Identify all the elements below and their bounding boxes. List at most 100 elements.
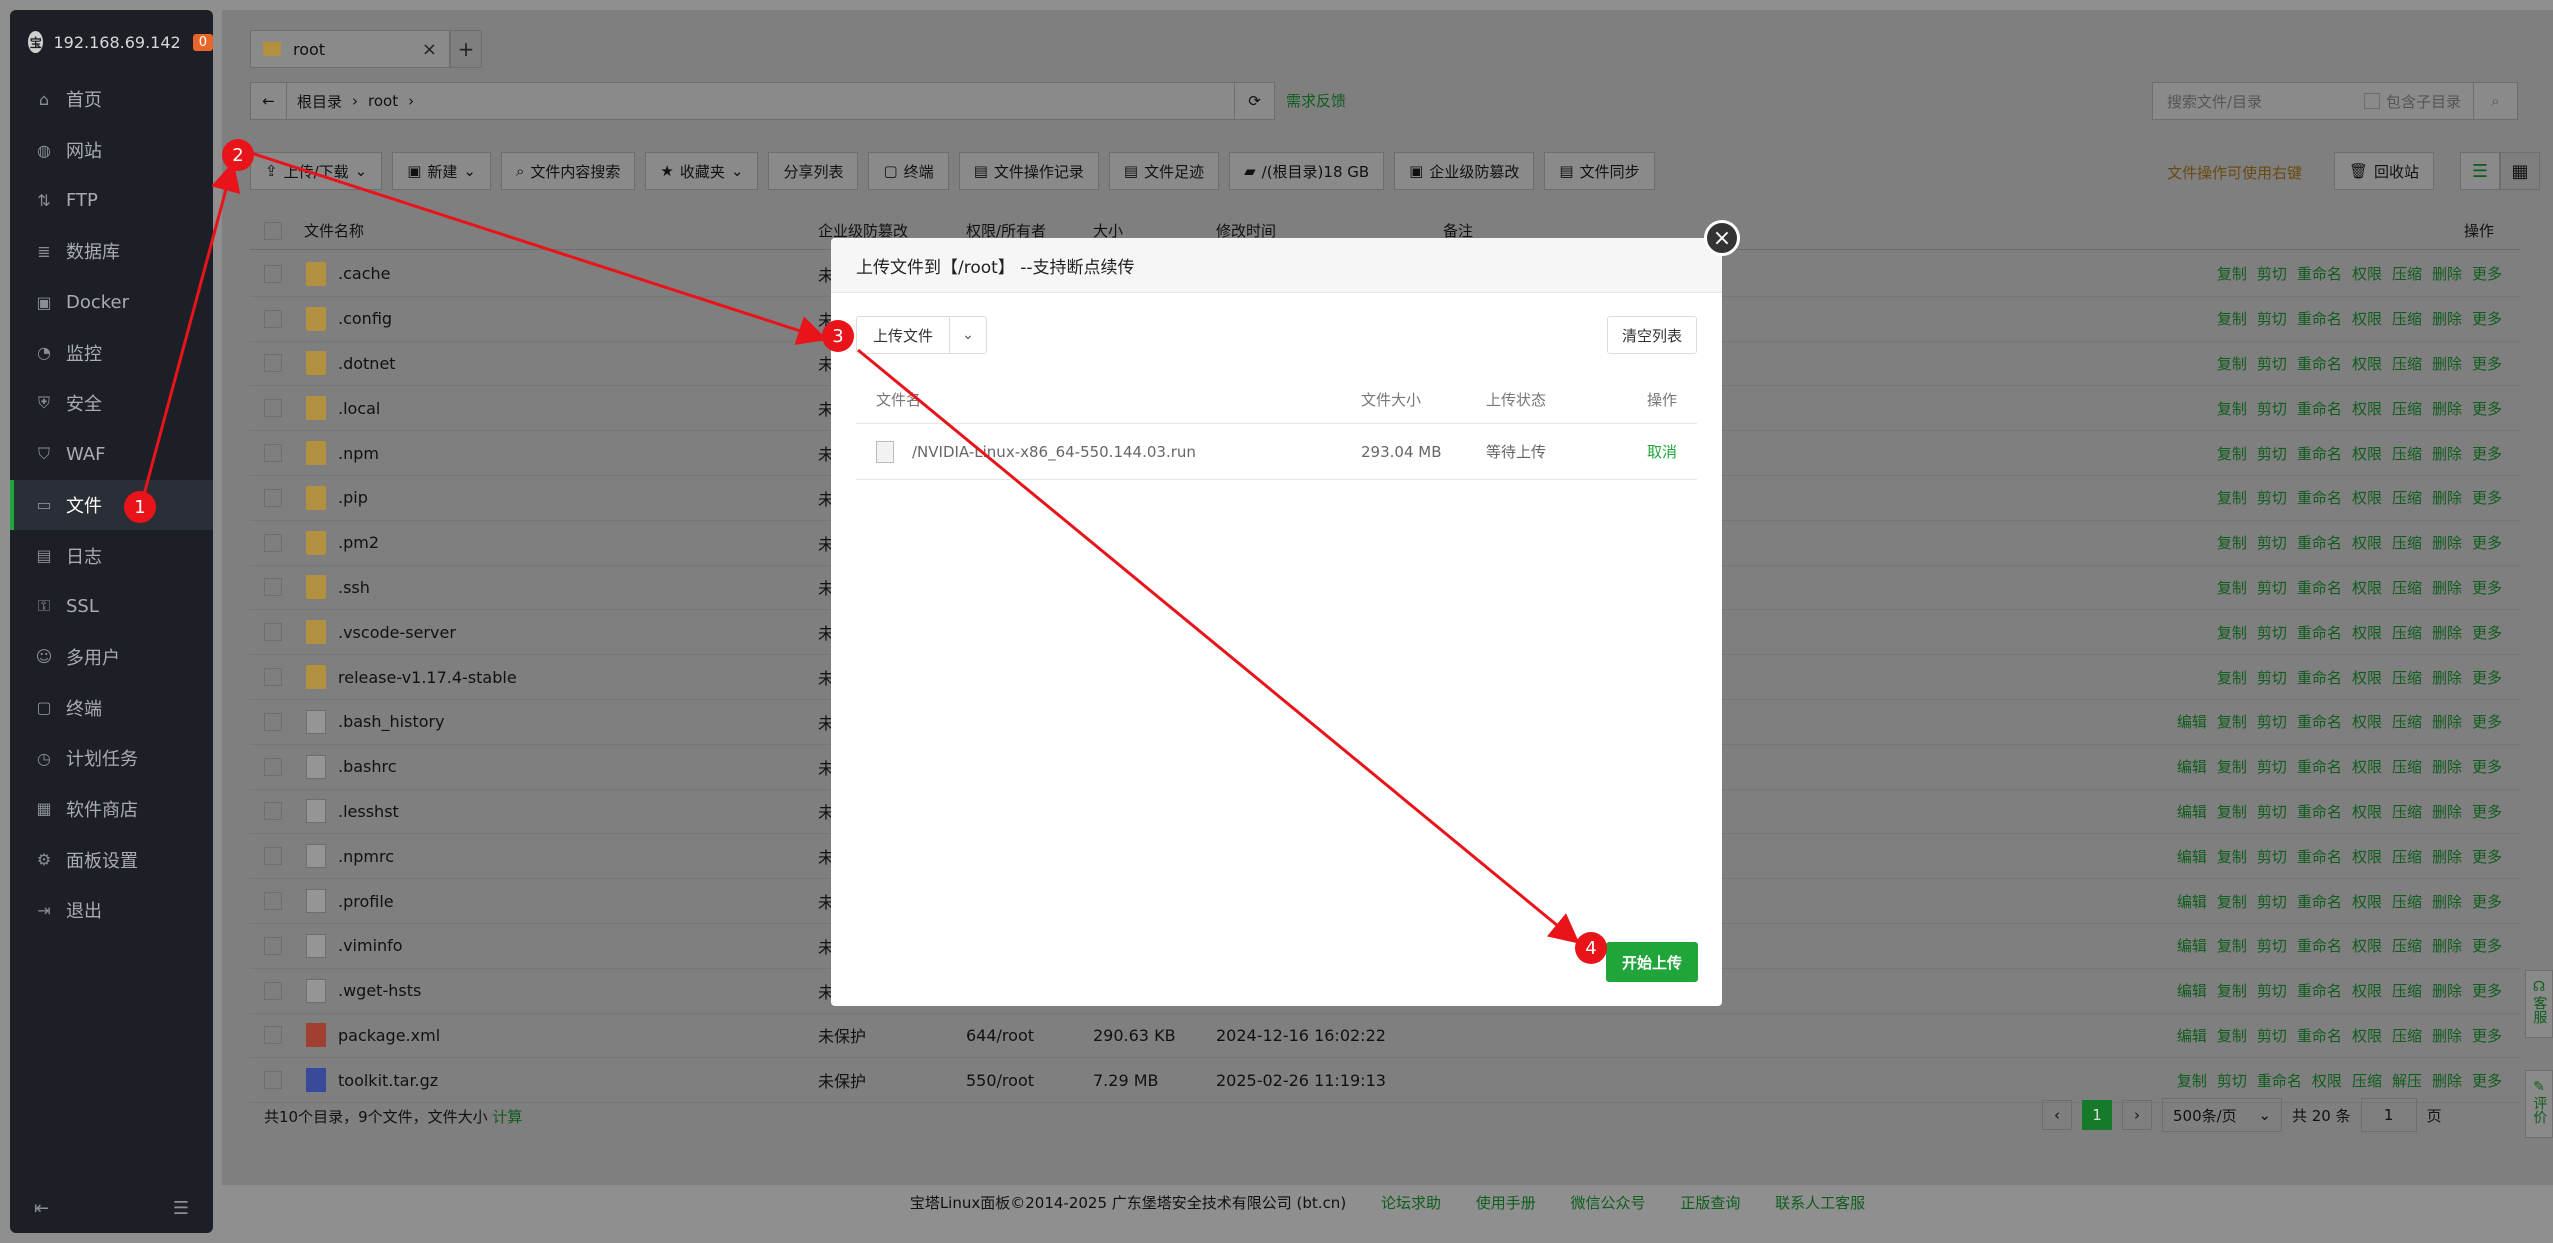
row-action-link[interactable]: 压缩 [2392,577,2422,598]
row-action-link[interactable]: 复制 [2217,935,2247,956]
row-checkbox[interactable] [264,533,282,552]
toolbar-button-1[interactable]: ▣ 新建 ⌄ [392,152,491,190]
table-row[interactable]: toolkit.tar.gz 未保护 550/root 7.29 MB 2025-02-… [250,1058,2520,1104]
row-action-link[interactable]: 剪切 [2257,846,2287,867]
row-action-link[interactable]: 剪切 [2257,891,2287,912]
row-action-link[interactable]: 重命名 [2297,308,2342,329]
row-action-link[interactable]: 权限 [2352,935,2382,956]
row-action-link[interactable]: 压缩 [2392,756,2422,777]
row-action-link[interactable]: 编辑 [2177,980,2207,1001]
close-dialog-icon[interactable]: × [1704,220,1740,256]
file-name[interactable]: toolkit.tar.gz [338,1071,818,1090]
row-action-link[interactable]: 压缩 [2392,667,2422,688]
row-action-link[interactable]: 剪切 [2257,398,2287,419]
row-action-link[interactable]: 复制 [2217,443,2247,464]
row-action-link[interactable]: 复制 [2217,667,2247,688]
row-action-link[interactable]: 压缩 [2392,935,2422,956]
page-current[interactable]: 1 [2082,1100,2112,1130]
row-action-link[interactable]: 权限 [2352,1025,2382,1046]
sidebar-item-4[interactable]: ▣ Docker [10,277,213,328]
file-name[interactable]: .pip [338,488,818,507]
toolbar-button-10[interactable]: ▤ 文件同步 [1544,152,1655,190]
row-action-link[interactable]: 重命名 [2297,801,2342,822]
row-action-link[interactable]: 更多 [2472,622,2502,643]
row-action-link[interactable]: 删除 [2432,1025,2462,1046]
tab-root[interactable]: root × [250,30,450,68]
sidebar-item-5[interactable]: ◔ 监控 [10,327,213,378]
row-action-link[interactable]: 重命名 [2297,1025,2342,1046]
row-action-link[interactable]: 剪切 [2257,980,2287,1001]
row-action-link[interactable]: 更多 [2472,891,2502,912]
file-name[interactable]: .local [338,399,818,418]
row-action-link[interactable]: 权限 [2352,263,2382,284]
row-action-link[interactable]: 更多 [2472,846,2502,867]
row-checkbox[interactable] [264,712,282,731]
file-name[interactable]: .viminfo [338,936,818,955]
link-manual[interactable]: 使用手册 [1476,1194,1536,1212]
row-action-link[interactable]: 更多 [2472,532,2502,553]
row-action-link[interactable]: 权限 [2352,846,2382,867]
row-action-link[interactable]: 复制 [2217,980,2247,1001]
row-checkbox[interactable] [264,936,282,955]
row-action-link[interactable]: 更多 [2472,398,2502,419]
sidebar-item-3[interactable]: ≣ 数据库 [10,226,213,277]
row-action-link[interactable]: 权限 [2352,891,2382,912]
row-action-link[interactable]: 权限 [2352,532,2382,553]
row-action-link[interactable]: 剪切 [2257,353,2287,374]
row-action-link[interactable]: 编辑 [2177,711,2207,732]
row-action-link[interactable]: 删除 [2432,711,2462,732]
row-action-link[interactable]: 删除 [2432,980,2462,1001]
feedback-link[interactable]: 需求反馈 [1286,90,1346,111]
toolbar-button-8[interactable]: ▰ /(根目录)18 GB [1229,152,1385,190]
sidebar-item-0[interactable]: ⌂ 首页 [10,74,213,125]
row-action-link[interactable]: 重命名 [2297,443,2342,464]
row-checkbox[interactable] [264,354,282,373]
row-action-link[interactable]: 压缩 [2392,711,2422,732]
row-action-link[interactable]: 更多 [2472,443,2502,464]
file-name[interactable]: .lesshst [338,802,818,821]
breadcrumb-root[interactable]: 根目录 [287,91,352,112]
file-name[interactable]: .profile [338,892,818,911]
toolbar-button-2[interactable]: ⌕ 文件内容搜索 [501,152,636,190]
row-action-link[interactable]: 重命名 [2297,756,2342,777]
upload-file-button[interactable]: 上传文件 [857,317,951,353]
row-action-link[interactable]: 更多 [2472,1070,2502,1091]
row-action-link[interactable]: 重命名 [2297,622,2342,643]
toolbar-button-6[interactable]: ▤ 文件操作记录 [958,152,1099,190]
row-action-link[interactable]: 删除 [2432,263,2462,284]
file-name[interactable]: package.xml [338,1026,818,1045]
toolbar-button-7[interactable]: ▤ 文件足迹 [1108,152,1220,190]
back-arrow-icon[interactable]: ← [251,83,287,119]
row-action-link[interactable]: 压缩 [2392,353,2422,374]
chevron-down-icon[interactable]: ⌄ [950,317,986,353]
list-view-icon[interactable]: ☰ [2460,152,2500,190]
calc-size-link[interactable]: 计算 [492,1108,522,1126]
row-action-link[interactable]: 重命名 [2297,935,2342,956]
row-action-link[interactable]: 权限 [2352,711,2382,732]
row-action-link[interactable]: 更多 [2472,667,2502,688]
row-checkbox[interactable] [264,264,282,283]
sidebar-item-15[interactable]: ⚙ 面板设置 [10,834,213,885]
row-action-link[interactable]: 权限 [2352,353,2382,374]
row-action-link[interactable]: 重命名 [2297,577,2342,598]
row-action-link[interactable]: 删除 [2432,1070,2462,1091]
row-action-link[interactable]: 重命名 [2257,1070,2302,1091]
per-page-select[interactable]: 500条/页 ⌄ [2162,1098,2282,1132]
sidebar-item-11[interactable]: ☺ 多用户 [10,632,213,683]
row-action-link[interactable]: 剪切 [2257,935,2287,956]
row-action-link[interactable]: 复制 [2217,398,2247,419]
file-name[interactable]: .config [338,309,818,328]
row-action-link[interactable]: 压缩 [2392,891,2422,912]
row-action-link[interactable]: 解压 [2392,1070,2422,1091]
row-action-link[interactable]: 剪切 [2257,308,2287,329]
link-license-check[interactable]: 正版查询 [1680,1194,1740,1212]
row-action-link[interactable]: 更多 [2472,1025,2502,1046]
row-action-link[interactable]: 复制 [2217,487,2247,508]
row-action-link[interactable]: 复制 [2217,756,2247,777]
file-name[interactable]: .wget-hsts [338,981,818,1000]
row-action-link[interactable]: 编辑 [2177,1025,2207,1046]
row-action-link[interactable]: 更多 [2472,980,2502,1001]
row-action-link[interactable]: 剪切 [2217,1070,2247,1091]
row-action-link[interactable]: 剪切 [2257,443,2287,464]
row-action-link[interactable]: 重命名 [2297,711,2342,732]
